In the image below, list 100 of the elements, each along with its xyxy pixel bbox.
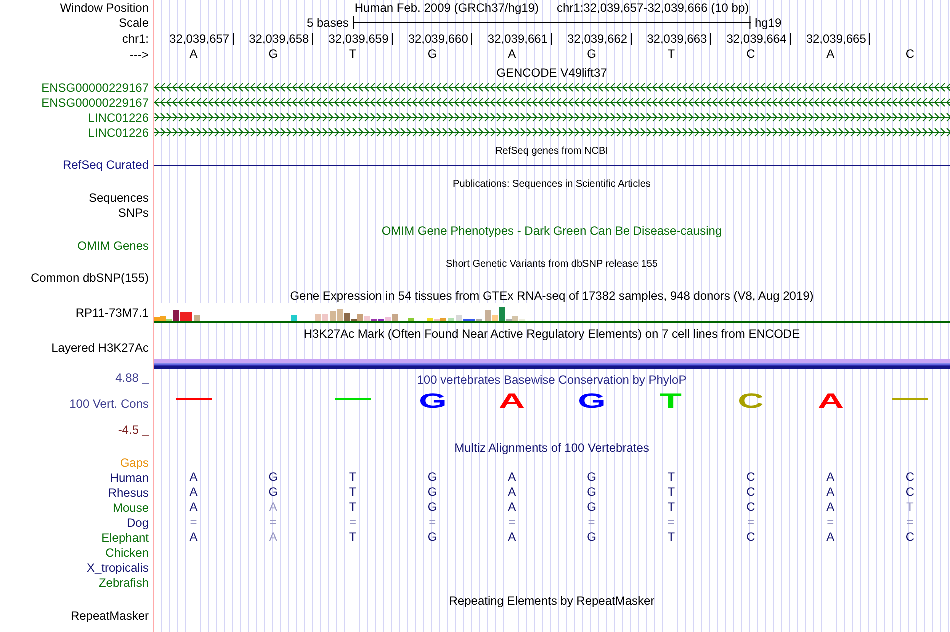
row-label: Window Position [60, 0, 149, 14]
tick-mark [630, 32, 632, 44]
tick-mark [392, 32, 393, 44]
species-label[interactable]: X_tropicalis [86, 560, 149, 574]
aligned-base: T [668, 471, 676, 484]
aligned-base: A [826, 471, 835, 484]
aligned-base: G [587, 471, 596, 484]
gene-label[interactable]: LINC01226 [88, 126, 149, 140]
species-label[interactable]: Elephant [102, 530, 149, 544]
track-title: Short Genetic Variants from dbSNP release 155 [446, 259, 658, 270]
gene-label[interactable]: LINC01226 [88, 110, 149, 124]
aligned-base: A [508, 501, 516, 514]
aligned-base: T [349, 501, 357, 514]
position-label: 32,039,665 [806, 32, 866, 46]
aligned-base: A [190, 486, 198, 499]
aligned-base: G [268, 486, 278, 499]
species-label[interactable]: Human [110, 470, 149, 484]
row-label: Scale [118, 16, 149, 30]
track-title: Publications: Sequences in Scientific Articles [453, 179, 651, 190]
aligned-base: G [428, 486, 438, 499]
conservation-letter: G [414, 392, 451, 408]
tick-mark [790, 32, 791, 44]
region-text: chr1:32,039,657-32,039,666 (10 bp) [556, 0, 750, 14]
species-label[interactable]: Rhesus [108, 486, 149, 500]
aligned-base: A [508, 471, 516, 484]
track-label[interactable]: RepeatMasker [70, 608, 149, 622]
track-label[interactable]: Sequences [88, 190, 149, 204]
gene-label[interactable]: ENSG00000229167 [42, 80, 149, 94]
aligned-base: C [906, 471, 915, 484]
tick-mark [232, 32, 234, 44]
aligned-base: C [746, 501, 756, 514]
sequence-base: G [428, 48, 438, 61]
aligned-base: T [668, 501, 676, 514]
track-title: Gene Expression in 54 tissues from GTEx RNA-seq of 17382 samples, 948 donors (V8, Aug 2019) [290, 289, 814, 303]
conservation-letter: G [574, 392, 610, 408]
aligned-base: G [428, 531, 438, 544]
aligned-base: T [349, 531, 357, 544]
aligned-base: G [428, 501, 438, 514]
aligned-base: = [588, 516, 596, 529]
aligned-base: G [428, 471, 438, 484]
conservation-letter: A [494, 392, 530, 408]
aligned-base: = [349, 516, 356, 529]
tick-mark [312, 32, 314, 44]
track-label[interactable]: SNPs [118, 206, 149, 220]
track-title: RefSeq genes from NCBI [496, 146, 608, 157]
aligned-base: T [668, 486, 676, 499]
track-title: H3K27Ac Mark (Often Found Near Active Regulatory Elements) on 7 cell lines from ENCODE [304, 327, 800, 341]
aligned-base: A [826, 501, 835, 514]
sequence-base: C [906, 48, 915, 61]
assembly-title: Human Feb. 2009 (GRCh37/hg19) [354, 0, 539, 14]
assembly-name: hg19 [754, 16, 783, 30]
aligned-base: A [826, 486, 835, 499]
tick-mark [471, 32, 472, 44]
track-label[interactable]: Layered H3K27Ac [52, 341, 149, 355]
aligned-base: C [906, 486, 915, 499]
track-title: GENCODE V49lift37 [496, 66, 608, 80]
aligned-base: G [587, 531, 596, 544]
sequence-base: G [587, 48, 596, 61]
aligned-base: A [826, 531, 835, 544]
position-label: 32,039,657 [170, 32, 230, 46]
sequence-base: C [746, 48, 756, 61]
aligned-base: G [268, 471, 278, 484]
row-label: chr1: [122, 32, 149, 46]
conservation-letter: A [812, 392, 849, 408]
aligned-base: = [270, 516, 277, 529]
species-label[interactable]: Dog [126, 516, 149, 530]
track-title: Multiz Alignments of 100 Vertebrates [454, 441, 650, 455]
aligned-base: T [349, 471, 357, 484]
aligned-base: C [746, 486, 756, 499]
gene-strand-drawing[interactable] [154, 83, 950, 92]
sequence-base: G [268, 48, 278, 61]
aligned-base: G [587, 486, 596, 499]
species-label[interactable]: Chicken [106, 546, 149, 560]
aligned-base: A [269, 531, 278, 544]
axis-max-label: 4.88 _ [116, 371, 149, 385]
gene-strand-drawing[interactable] [154, 128, 950, 137]
sequence-base: A [190, 48, 198, 61]
row-label: ---> [130, 48, 149, 62]
conservation-letter: C [732, 392, 769, 408]
species-label[interactable]: Zebrafish [98, 576, 149, 590]
tick-mark [710, 32, 712, 44]
sequence-base: A [826, 48, 835, 61]
aligned-base: = [190, 516, 198, 529]
track-label[interactable]: 100 Vert. Cons [70, 397, 149, 411]
sequence-base: T [668, 48, 676, 61]
gene-strand-drawing[interactable] [154, 113, 950, 122]
track-label[interactable]: OMIM Genes [78, 238, 149, 252]
position-label: 32,039,658 [249, 32, 310, 46]
conservation-letter: T [653, 392, 690, 408]
track-title: 100 vertebrates Basewise Conservation by PhyloP [417, 373, 687, 387]
gene-label[interactable]: ENSG00000229167 [42, 96, 149, 110]
scale-text: 5 bases [306, 16, 350, 30]
track-label[interactable]: RefSeq Curated [62, 158, 149, 172]
gene-strand-drawing[interactable] [154, 98, 950, 107]
aligned-base: A [508, 486, 516, 499]
gene-label[interactable]: RP11-73M7.1 [76, 306, 149, 320]
aligned-base: A [190, 531, 198, 544]
track-label[interactable]: Common dbSNP(155) [30, 270, 149, 284]
species-label[interactable]: Mouse [112, 500, 149, 514]
track-title: OMIM Gene Phenotypes - Dark Green Can Be Disease-causing [382, 224, 722, 238]
